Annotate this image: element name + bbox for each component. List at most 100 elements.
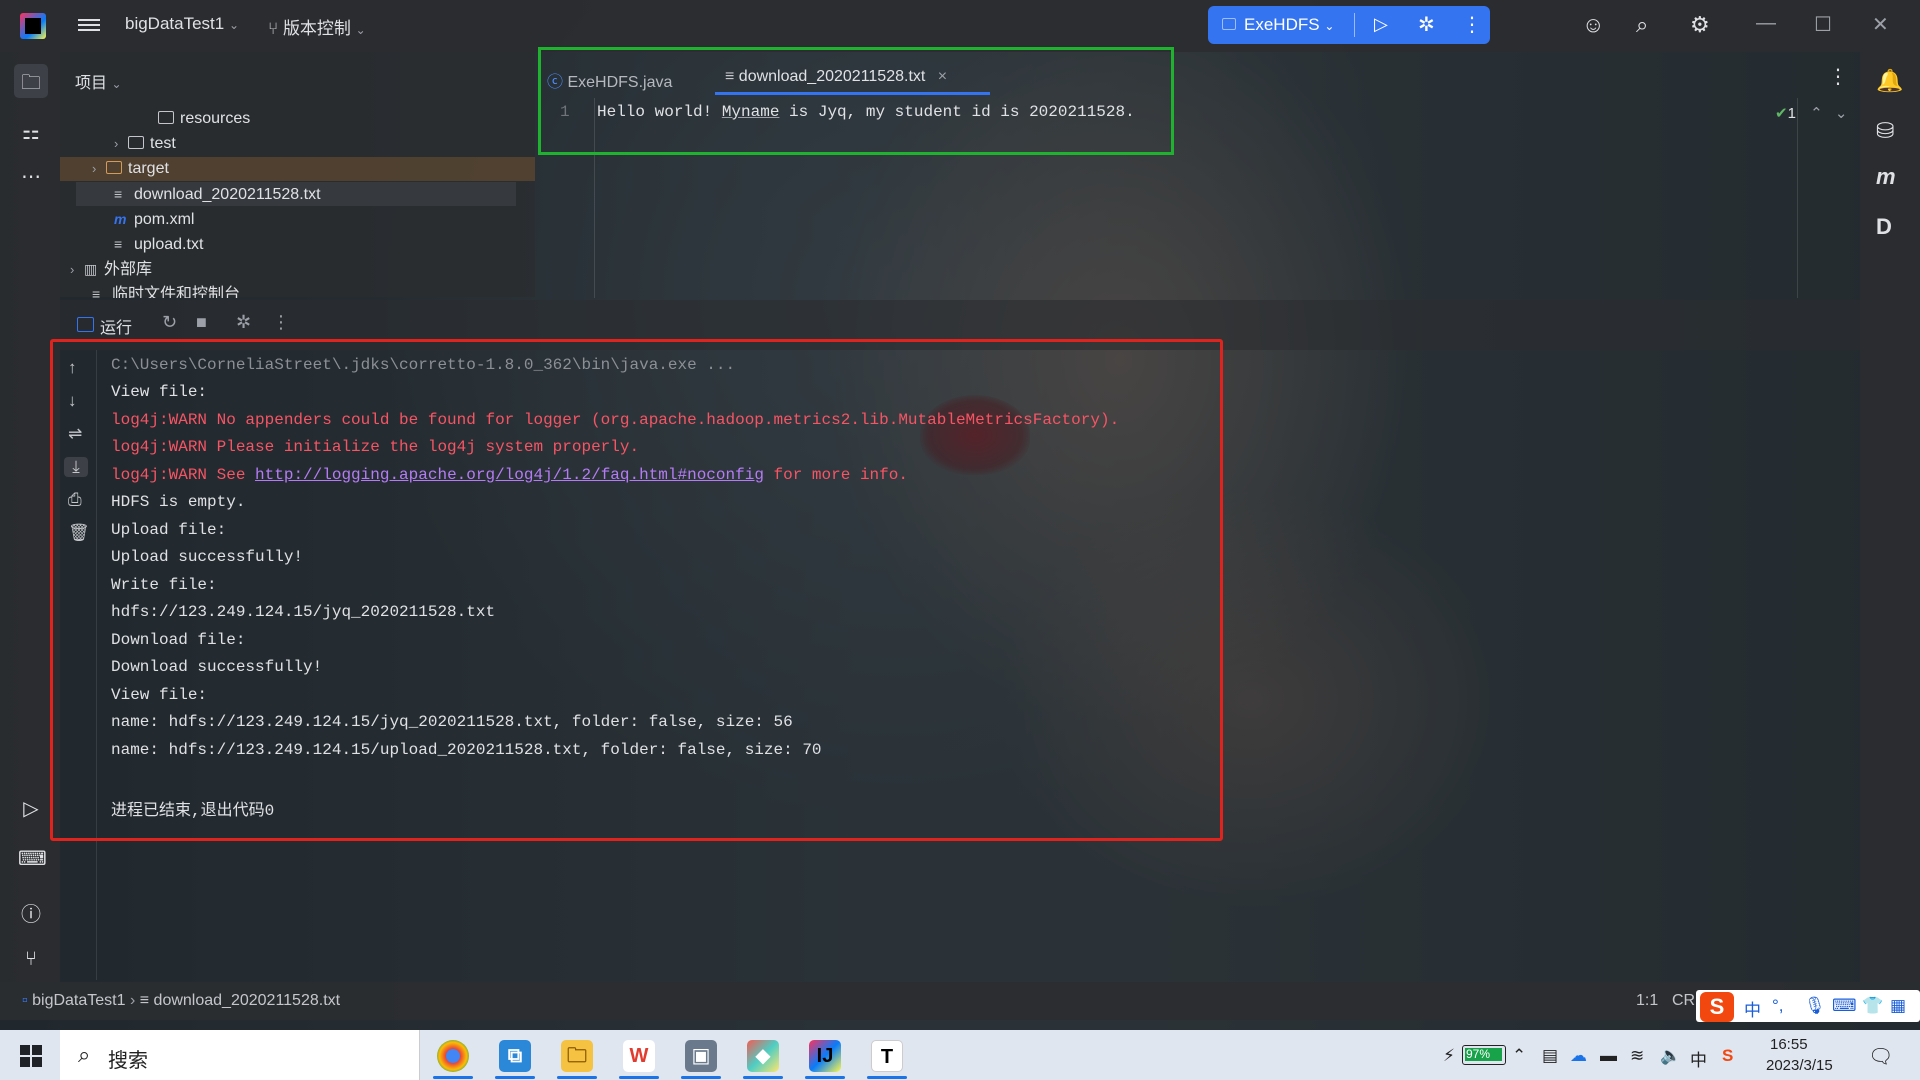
keyboard-icon[interactable]: ⌨	[1832, 996, 1857, 1016]
onedrive-icon[interactable]: ☁	[1570, 1046, 1587, 1066]
running-indicator	[619, 1076, 659, 1079]
maven-icon[interactable]: m	[1876, 164, 1896, 190]
running-indicator	[433, 1076, 473, 1079]
text-file-icon: ≡	[114, 236, 123, 252]
more-tools-icon[interactable]: ⋯	[18, 164, 44, 190]
caret-position[interactable]: 1:1	[1636, 992, 1658, 1010]
tree-item-test[interactable]: › test	[114, 132, 176, 156]
chevron-down-icon[interactable]: ⌄	[1835, 105, 1848, 122]
problems-icon[interactable]: ⓘ	[18, 898, 44, 926]
editor-more-icon[interactable]: ⋮	[1828, 64, 1848, 89]
tree-item-download-file[interactable]: ≡ download_2020211528.txt	[114, 182, 321, 206]
notifications-bell-icon[interactable]: 🔔	[1876, 68, 1903, 94]
chevron-down-icon: ⌄	[355, 23, 366, 37]
config-icon	[1222, 18, 1236, 30]
text-file-icon: ≡	[139, 992, 150, 1009]
intellij-taskbar-icon[interactable]: IJ	[809, 1040, 841, 1072]
gear-icon[interactable]: ⚙	[1690, 12, 1710, 38]
green-annotation-box	[538, 47, 1174, 155]
remote-desktop-icon[interactable]: ▣	[685, 1040, 717, 1072]
ime-punctuation[interactable]: °,	[1772, 996, 1784, 1016]
breadcrumb-project[interactable]: bigDataTest1	[32, 992, 125, 1009]
minimize-icon[interactable]: —	[1756, 12, 1776, 35]
close-icon[interactable]: ✕	[1872, 12, 1889, 37]
color-app-icon[interactable]: ◆	[747, 1040, 779, 1072]
volume-icon[interactable]: 🔈	[1660, 1046, 1681, 1066]
title-bar: bigDataTest1 ⌄ ⑂ 版本控制 ⌄ ExeHDFS ⌄ ▷ ✲ ⋮ …	[0, 0, 1920, 52]
more-icon[interactable]: ⋮	[272, 312, 290, 333]
right-margin-line	[1797, 98, 1798, 298]
file-explorer-icon[interactable]: 🗀	[561, 1040, 593, 1072]
vcs-selector[interactable]: ⑂ 版本控制 ⌄	[268, 14, 366, 39]
tree-item-upload[interactable]: ≡ upload.txt	[114, 232, 203, 256]
tree-item-pom[interactable]: m pom.xml	[114, 207, 194, 231]
wps-icon[interactable]: W	[623, 1040, 655, 1072]
text-file-icon: ≡	[114, 186, 123, 202]
terminal-icon[interactable]: ⌨	[18, 846, 47, 872]
wifi-icon[interactable]: ≋	[1630, 1046, 1644, 1066]
more-icon[interactable]: ⋮	[1462, 12, 1482, 37]
branch-icon: ⑂	[268, 19, 279, 38]
typora-icon[interactable]: T	[871, 1040, 903, 1072]
tree-item-scratches[interactable]: ≡ 临时文件和控制台	[92, 282, 240, 298]
inspection-widget[interactable]: ✔1 ⌃ ⌄	[1775, 104, 1847, 122]
sogou-tray-icon[interactable]: S	[1722, 1046, 1733, 1066]
running-indicator	[867, 1076, 907, 1079]
snipping-app-icon[interactable]: ⧉	[499, 1040, 531, 1072]
stop-icon[interactable]: ■	[196, 312, 207, 333]
device-icon[interactable]: ▬	[1600, 1046, 1617, 1066]
ime-mode[interactable]: 中	[1744, 996, 1761, 1021]
run-config-selector[interactable]: ExeHDFS ⌄	[1222, 15, 1334, 35]
debug-icon[interactable]: ✲	[1418, 12, 1435, 37]
running-indicator	[495, 1076, 535, 1079]
chevron-right-icon[interactable]: ›	[70, 258, 84, 282]
run-icon[interactable]: ▷	[1374, 14, 1388, 35]
chevron-right-icon[interactable]: ›	[114, 132, 128, 156]
divider	[1354, 13, 1355, 37]
microphone-icon[interactable]: 🎙	[1804, 996, 1826, 1016]
maximize-icon[interactable]: ☐	[1814, 12, 1832, 37]
project-folder-icon[interactable]: 🗀	[14, 64, 48, 98]
project-selector[interactable]: bigDataTest1 ⌄	[125, 14, 239, 34]
chevron-down-icon: ⌄	[111, 77, 122, 91]
notification-center-icon[interactable]: 🗨	[1868, 1044, 1893, 1069]
search-icon[interactable]: ⌕	[1636, 12, 1648, 38]
chevron-up-icon[interactable]: ⌃	[1512, 1046, 1526, 1066]
run-tool-icon[interactable]: ▷	[18, 796, 44, 822]
tree-item-external-libs[interactable]: › ▥ 外部库	[70, 257, 152, 281]
project-panel-header[interactable]: 项目 ⌄	[75, 69, 122, 93]
red-annotation-box	[50, 339, 1223, 841]
structure-icon[interactable]: ⚏	[18, 120, 44, 146]
run-panel-title[interactable]: 运行	[100, 314, 132, 338]
clock-date[interactable]: 2023/3/15	[1766, 1057, 1833, 1074]
status-bar: ▫ bigDataTest1 › ≡ download_2020211528.t…	[0, 982, 1920, 1020]
windows-start-icon[interactable]	[20, 1045, 42, 1067]
breadcrumb-file[interactable]: download_2020211528.txt	[154, 992, 341, 1009]
database-icon[interactable]: ⛁	[1876, 118, 1894, 144]
chrome-icon[interactable]	[437, 1040, 469, 1072]
toolbox-icon[interactable]: ▦	[1890, 996, 1906, 1016]
run-toolbar: ExeHDFS ⌄ ▷ ✲ ⋮	[1208, 6, 1490, 44]
main-menu-icon[interactable]	[78, 16, 100, 34]
tree-item-target[interactable]: › target	[92, 157, 169, 181]
add-user-icon[interactable]: ☺	[1582, 12, 1604, 38]
battery-percent: 97%	[1466, 1047, 1491, 1061]
running-indicator	[557, 1076, 597, 1079]
power-plug-icon[interactable]: ⚡	[1443, 1046, 1455, 1066]
chevron-right-icon[interactable]: ›	[92, 157, 106, 181]
right-tool-strip: 🔔 ⛁ m D	[1860, 52, 1920, 982]
clock-time[interactable]: 16:55	[1770, 1036, 1808, 1053]
skin-icon[interactable]: 👕	[1862, 996, 1883, 1016]
git-icon[interactable]: ⑂	[18, 948, 44, 974]
run-console-icon	[77, 317, 94, 332]
rerun-icon[interactable]: ↻	[162, 312, 177, 333]
tree-item-resources[interactable]: resources	[158, 107, 250, 131]
chevron-up-icon[interactable]: ⌃	[1810, 105, 1823, 122]
d-plugin-icon[interactable]: D	[1876, 214, 1892, 240]
app-tray-icon[interactable]: ▤	[1542, 1046, 1558, 1066]
running-indicator	[681, 1076, 721, 1079]
search-icon: ⌕	[78, 1042, 91, 1067]
input-language[interactable]: 中	[1690, 1046, 1707, 1071]
module-icon: ▫	[22, 992, 28, 1009]
sogou-logo-icon[interactable]: S	[1700, 992, 1734, 1022]
